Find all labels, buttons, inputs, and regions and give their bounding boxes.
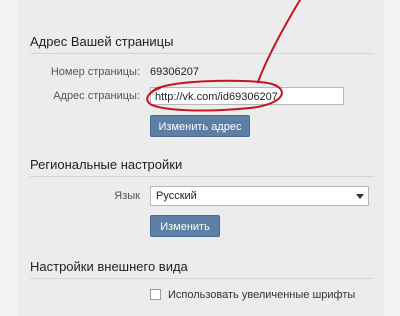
annotation-ellipse [146,79,283,112]
annotation-line [257,0,301,83]
annotation-overlay [146,0,301,112]
